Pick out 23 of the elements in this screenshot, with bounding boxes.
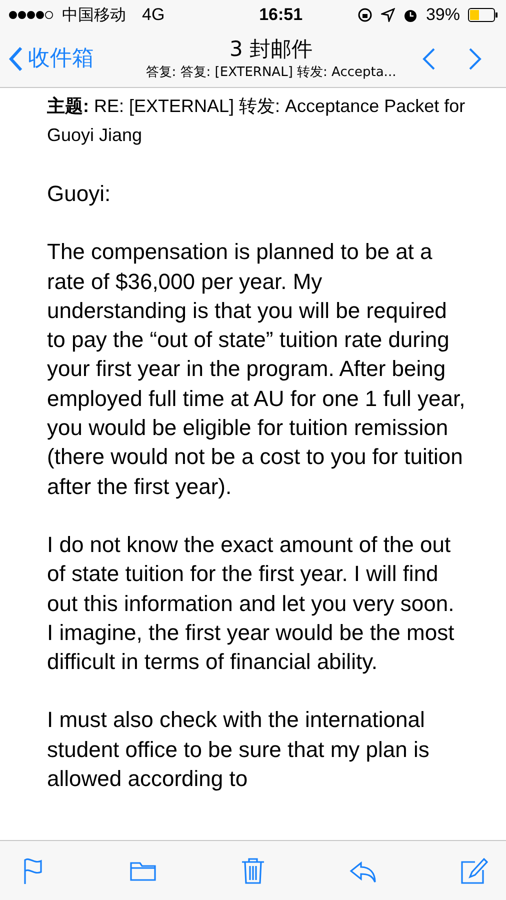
subject-line: 主题: RE: [EXTERNAL] 转发: Acceptance Packet for Guoyi Jiang	[47, 95, 466, 147]
message-paragraph: The compensation is planned to be at a rate of $36,000 per year. My understanding is that you will be required to pay the “out of state” tuition rate during your first year in the program. After being employed full time at AU for one 1 full year, you would be eligible for tuition remission (there would not be a cost to you for tuition after the first year).	[47, 238, 466, 501]
thread-subtitle: 答复: 答复: [EXTERNAL] 转发: Accepta...	[146, 64, 396, 82]
alarm-icon	[402, 8, 418, 22]
carrier-name: 中国移动	[62, 4, 126, 26]
rotation-lock-icon	[356, 7, 373, 23]
back-chevron-icon	[8, 46, 24, 72]
thread-title: 3 封邮件	[229, 36, 313, 63]
signal-icon	[8, 10, 54, 20]
status-time: 16:51	[258, 4, 303, 26]
previous-button[interactable]	[422, 46, 436, 70]
message-paragraph: Guoyi:	[47, 180, 112, 208]
battery-icon	[468, 8, 498, 22]
chevron-left-icon	[422, 46, 436, 70]
network-type: 4G	[142, 4, 165, 26]
compose-icon[interactable]	[458, 856, 488, 886]
message-paragraph: I must also check with the international student office to be sure that my plan is allowed according to	[47, 706, 430, 794]
chevron-right-icon	[468, 46, 482, 70]
message-paragraph: I do not know the exact amount of the out of state tuition for the first year. I will find out this information and let you very soon. I imagine, the first year would be the most difficult in terms of financial ability.	[47, 530, 456, 676]
next-button[interactable]	[468, 46, 482, 70]
back-button[interactable]: 收件箱	[8, 42, 128, 75]
battery-percent: 39%	[426, 4, 460, 26]
location-icon	[380, 8, 395, 22]
